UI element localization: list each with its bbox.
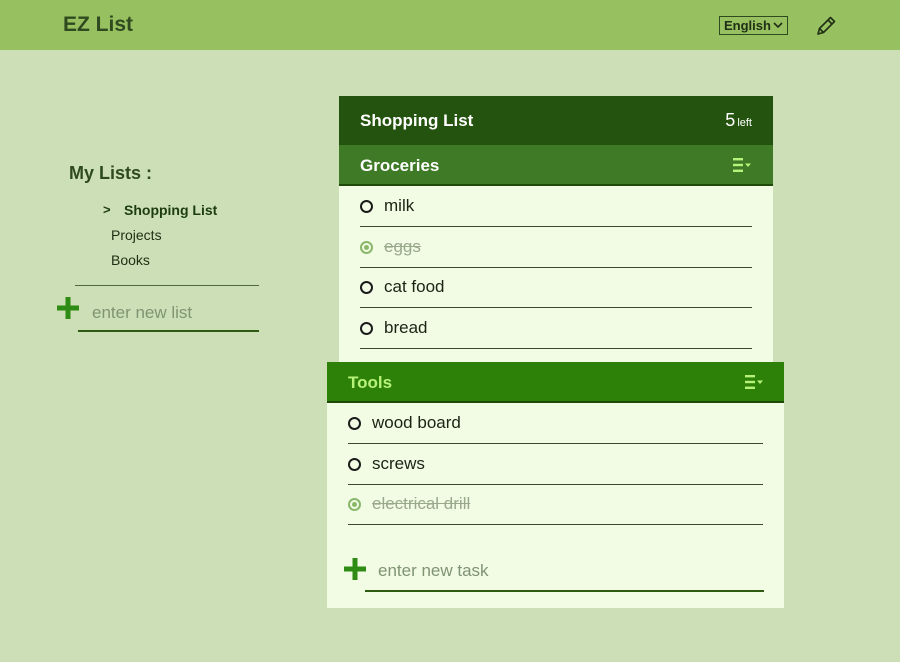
- language-value: English: [724, 18, 771, 33]
- remaining-label: left: [737, 117, 752, 129]
- task-checkbox-checked[interactable]: [348, 498, 361, 511]
- task-item[interactable]: screws: [348, 444, 763, 485]
- app-title: EZ List: [63, 13, 134, 36]
- task-label: wood board: [372, 413, 461, 432]
- pencil-icon[interactable]: [814, 14, 838, 38]
- list-card: Shopping List 5 left Groceries milk eggs …: [339, 96, 773, 366]
- sidebar-item-books[interactable]: Books: [111, 252, 150, 268]
- task-label: screws: [372, 454, 425, 473]
- task-label: eggs: [384, 237, 421, 256]
- task-checkbox[interactable]: [360, 322, 373, 335]
- remaining-count: 5: [725, 110, 736, 130]
- plus-icon[interactable]: [344, 558, 366, 580]
- group-menu-icon[interactable]: [745, 374, 763, 390]
- task-checkbox[interactable]: [348, 417, 361, 430]
- sidebar-divider: [75, 285, 259, 286]
- task-checkbox[interactable]: [360, 281, 373, 294]
- list-header: Shopping List 5 left: [339, 96, 773, 145]
- sidebar-item-label: Projects: [111, 227, 162, 243]
- sidebar-item-shopping-list[interactable]: > Shopping List: [103, 202, 218, 218]
- chevron-down-icon: [773, 22, 783, 29]
- task-divider: [360, 348, 752, 349]
- plus-icon[interactable]: [57, 297, 79, 319]
- task-item[interactable]: milk: [360, 186, 752, 227]
- my-lists-heading: My Lists :: [69, 163, 153, 183]
- task-item[interactable]: electrical drill: [348, 484, 763, 525]
- task-item[interactable]: wood board: [348, 403, 763, 444]
- group-header-tools[interactable]: Tools: [327, 362, 784, 403]
- remaining-counter: 5 left: [725, 110, 752, 131]
- task-checkbox[interactable]: [348, 458, 361, 471]
- task-label: cat food: [384, 277, 445, 296]
- task-item[interactable]: eggs: [360, 227, 752, 268]
- list-title: Shopping List: [360, 111, 474, 130]
- group-title: Groceries: [360, 156, 440, 175]
- sidebar-item-label: Shopping List: [124, 202, 218, 218]
- new-task-input[interactable]: [365, 552, 764, 592]
- task-checkbox-checked[interactable]: [360, 241, 373, 254]
- task-label: bread: [384, 318, 428, 337]
- task-item[interactable]: cat food: [360, 267, 752, 308]
- active-marker: >: [103, 202, 111, 217]
- new-list-input[interactable]: [78, 296, 259, 332]
- group-title: Tools: [348, 373, 393, 392]
- language-select[interactable]: English: [719, 16, 788, 35]
- task-label: milk: [384, 196, 415, 215]
- task-item[interactable]: bread: [360, 308, 752, 349]
- group-header-groceries[interactable]: Groceries: [339, 145, 773, 186]
- task-label: electrical drill: [372, 494, 471, 513]
- task-checkbox[interactable]: [360, 200, 373, 213]
- sidebar-item-label: Books: [111, 252, 150, 268]
- group-menu-icon[interactable]: [733, 157, 751, 173]
- task-divider: [348, 524, 763, 525]
- sidebar-item-projects[interactable]: Projects: [111, 227, 162, 243]
